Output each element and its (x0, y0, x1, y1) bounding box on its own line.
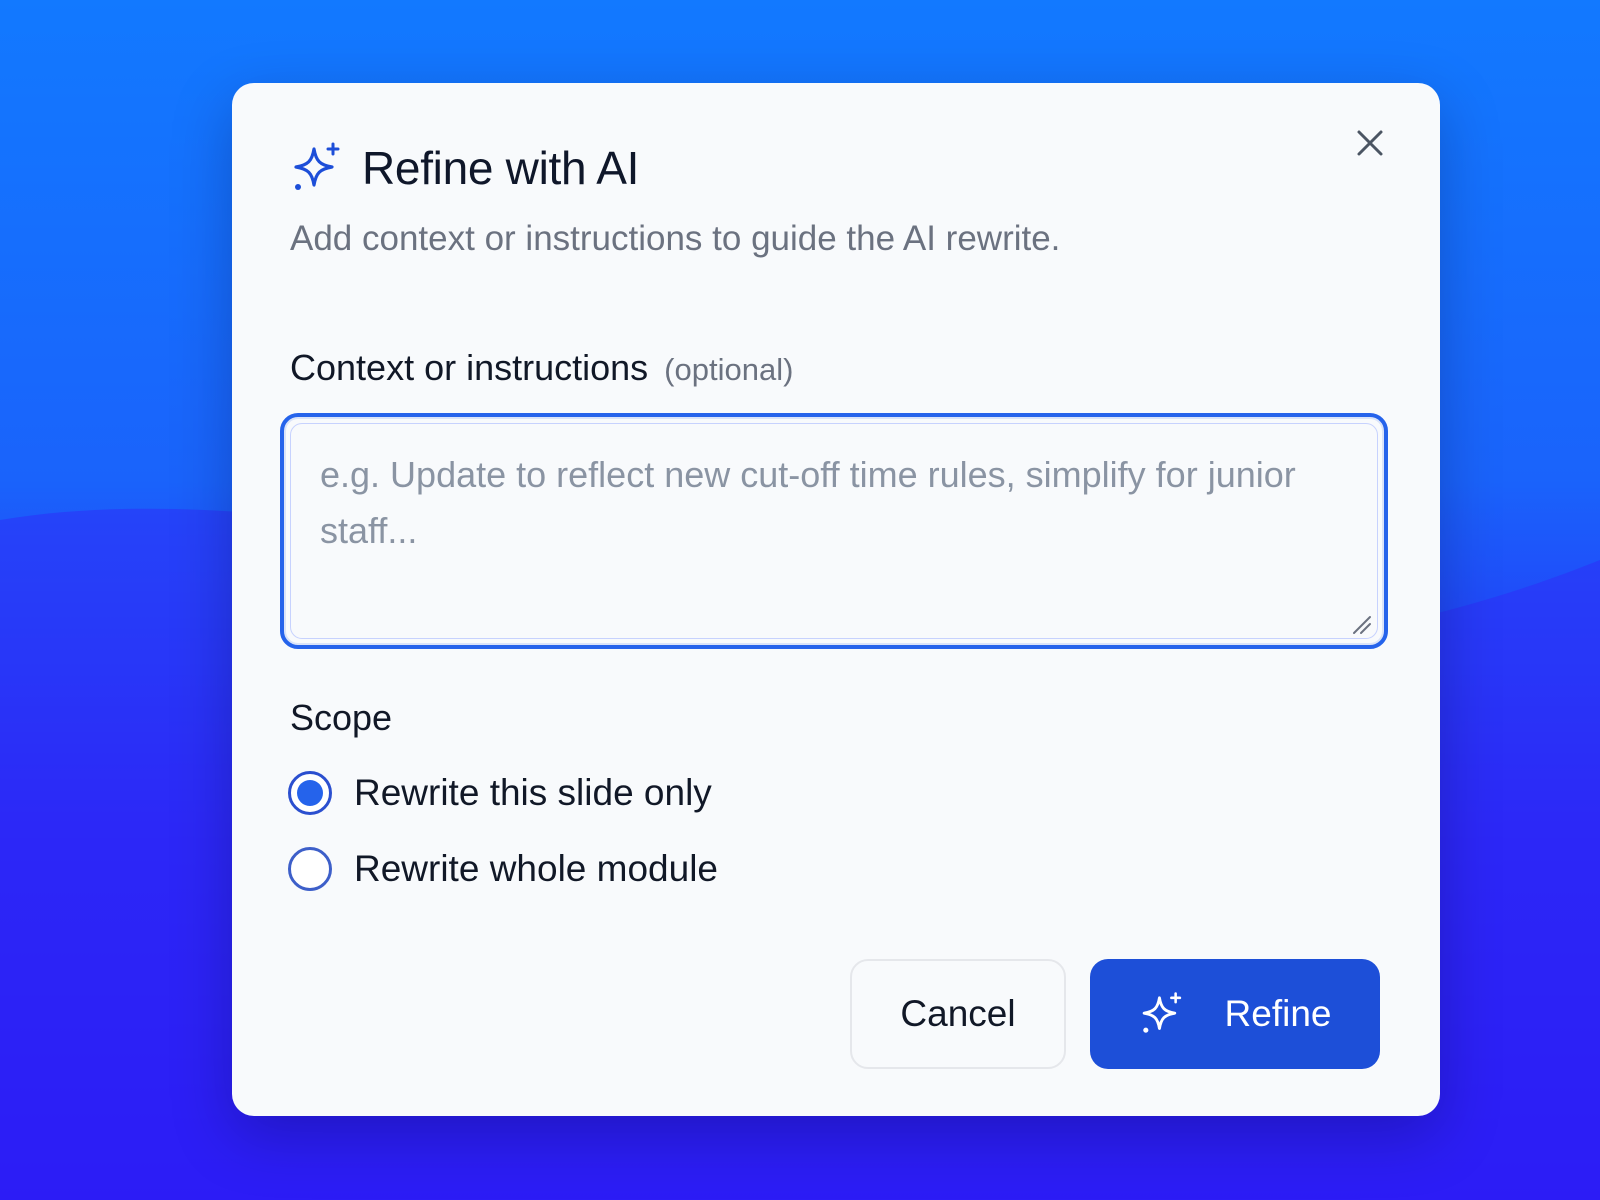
dialog-subtitle: Add context or instructions to guide the… (290, 219, 1061, 258)
scope-option-label: Rewrite whole module (354, 848, 719, 889)
context-textarea[interactable]: e.g. Update to reflect new cut-off time … (280, 413, 1388, 649)
scope-option-label: Rewrite this slide only (354, 772, 712, 813)
context-label-text: Context or instructions (290, 347, 649, 388)
sparkles-icon (1142, 992, 1181, 1033)
scope-option-slide[interactable]: Rewrite this slide only (288, 771, 712, 815)
radio-unselected[interactable] (288, 847, 332, 891)
radio-dot (297, 780, 323, 806)
optional-hint: (optional) (664, 352, 794, 387)
refine-button-label: Refine (1224, 993, 1332, 1034)
dialog-header: Refine with AI (290, 141, 639, 195)
refine-button[interactable]: Refine (1090, 959, 1380, 1069)
sparkles-icon (294, 142, 340, 190)
refine-dialog: Refine with AI Add context or instructio… (232, 83, 1440, 1116)
cancel-button[interactable]: Cancel (850, 959, 1066, 1069)
cancel-button-label: Cancel (900, 993, 1016, 1034)
dialog-title: Refine with AI (362, 142, 640, 194)
close-button[interactable] (1350, 123, 1390, 163)
textarea-placeholder: e.g. Update to reflect new cut-off time … (320, 454, 1296, 551)
scope-label: Scope (290, 697, 393, 738)
context-field-label: Context or instructions (optional) (290, 347, 793, 389)
close-icon (1357, 130, 1383, 156)
radio-selected[interactable] (288, 771, 332, 815)
scope-option-module[interactable]: Rewrite whole module (288, 847, 718, 891)
resize-handle-icon[interactable] (1350, 613, 1372, 635)
